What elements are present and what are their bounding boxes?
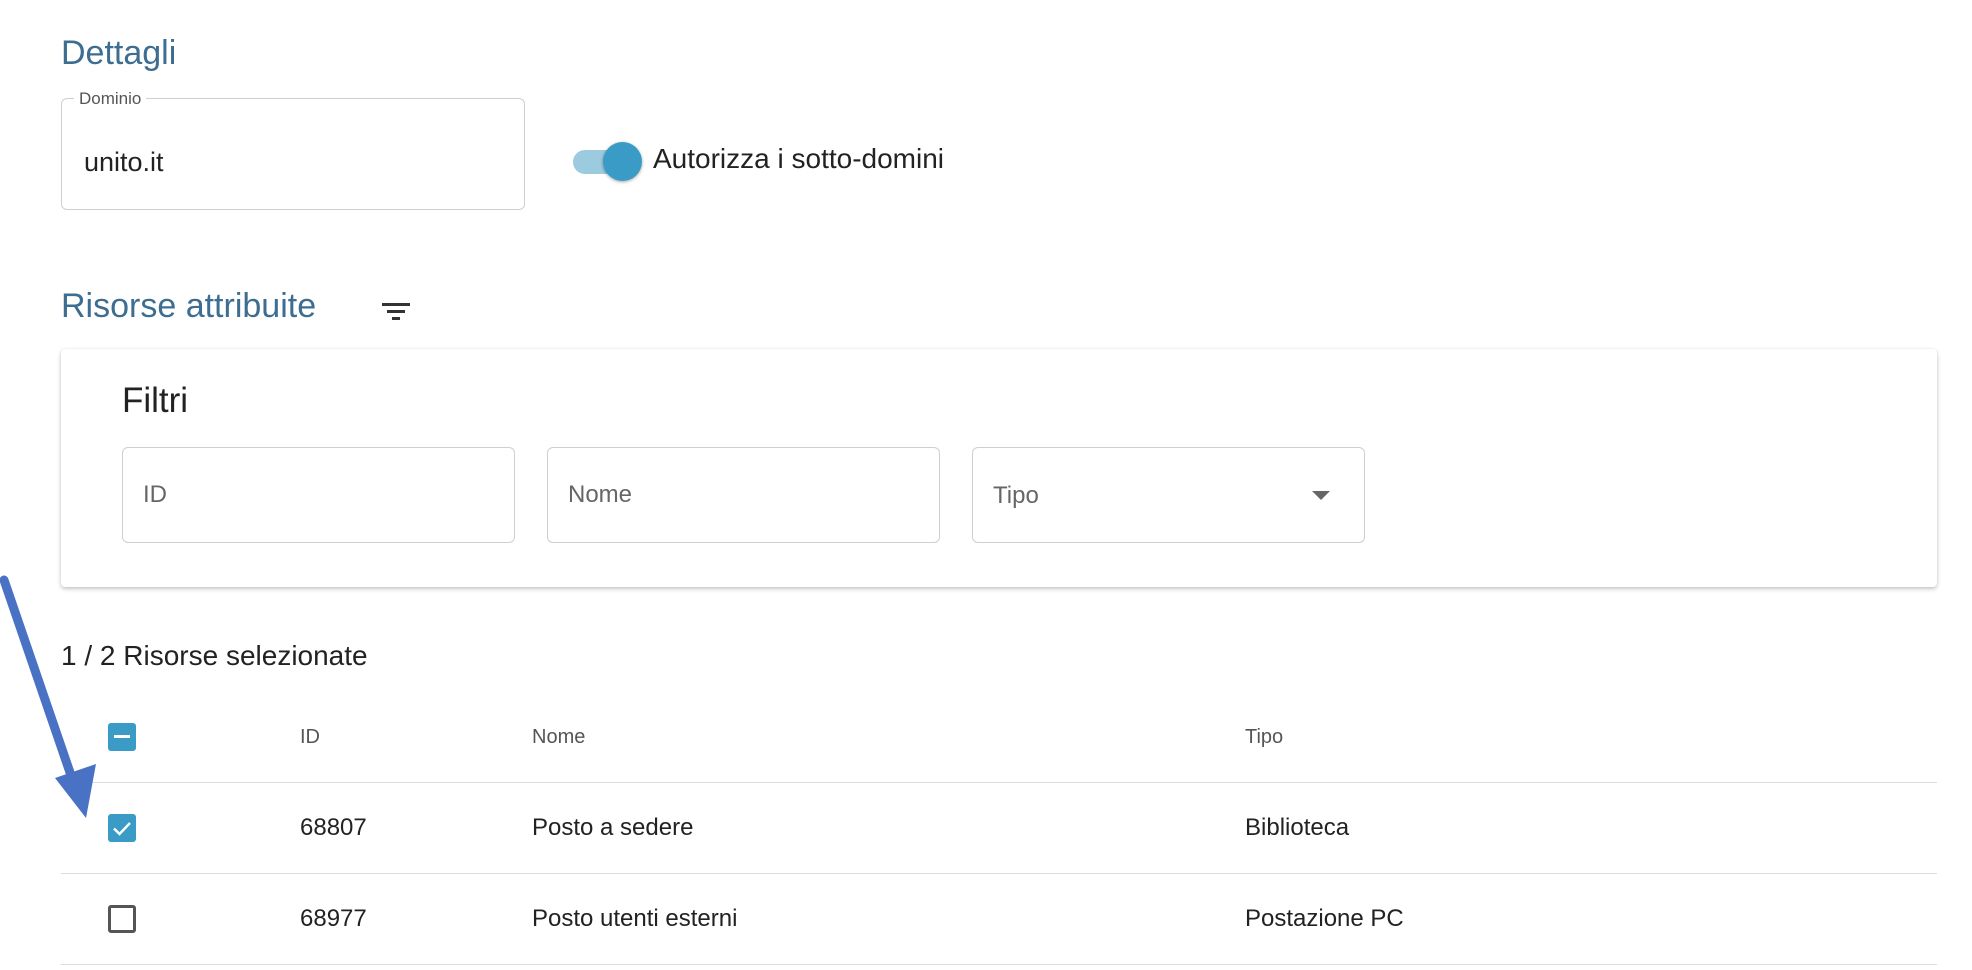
filter-name-field[interactable] [547,447,940,543]
select-all-checkbox[interactable] [108,723,136,751]
row-checkbox-unchecked[interactable] [108,905,136,933]
header-type[interactable]: Tipo [1245,692,1283,782]
row-id: 68807 [300,814,367,841]
row-type: Postazione PC [1245,905,1404,932]
row-name: Posto utenti esterni [532,905,738,932]
header-name[interactable]: Nome [532,692,585,782]
filter-name-input[interactable] [568,448,898,542]
resources-table: ID Nome Tipo 68807 Posto a sedere Biblio… [61,692,1937,965]
selection-summary: 1 / 2 Risorse selezionate [61,640,368,671]
filter-id-input[interactable] [143,448,473,542]
row-name: Posto a sedere [532,814,694,841]
toggle-thumb [603,142,642,181]
domain-field-value: unito.it [84,147,164,177]
details-title: Dettagli [61,34,177,72]
domain-field-label: Dominio [74,89,147,109]
table-row[interactable]: 68977 Posto utenti esterni Postazione PC [61,874,1937,965]
filters-title: Filtri [122,381,189,420]
filter-list-icon[interactable] [379,297,413,325]
filters-card: Filtri Tipo [61,349,1937,587]
row-checkbox-checked[interactable] [108,814,136,842]
filter-id-field[interactable] [122,447,515,543]
filter-type-placeholder: Tipo [993,482,1039,509]
header-checkbox-cell [108,692,136,782]
subdomain-toggle-label: Autorizza i sotto-domini [653,143,945,174]
checkmark-icon [113,822,131,836]
dropdown-arrow-icon [1312,491,1330,500]
resources-title: Risorse attribuite [61,287,317,325]
subdomain-toggle[interactable] [571,142,642,181]
row-type: Biblioteca [1245,814,1350,841]
domain-field[interactable]: Dominio unito.it [61,89,525,210]
row-checkbox-cell [108,783,136,873]
table-row[interactable]: 68807 Posto a sedere Biblioteca [61,783,1937,874]
header-id[interactable]: ID [300,692,320,782]
table-header-row: ID Nome Tipo [61,692,1937,783]
filter-type-select[interactable]: Tipo [972,447,1365,543]
row-id: 68977 [300,905,367,932]
row-checkbox-cell [108,874,136,964]
